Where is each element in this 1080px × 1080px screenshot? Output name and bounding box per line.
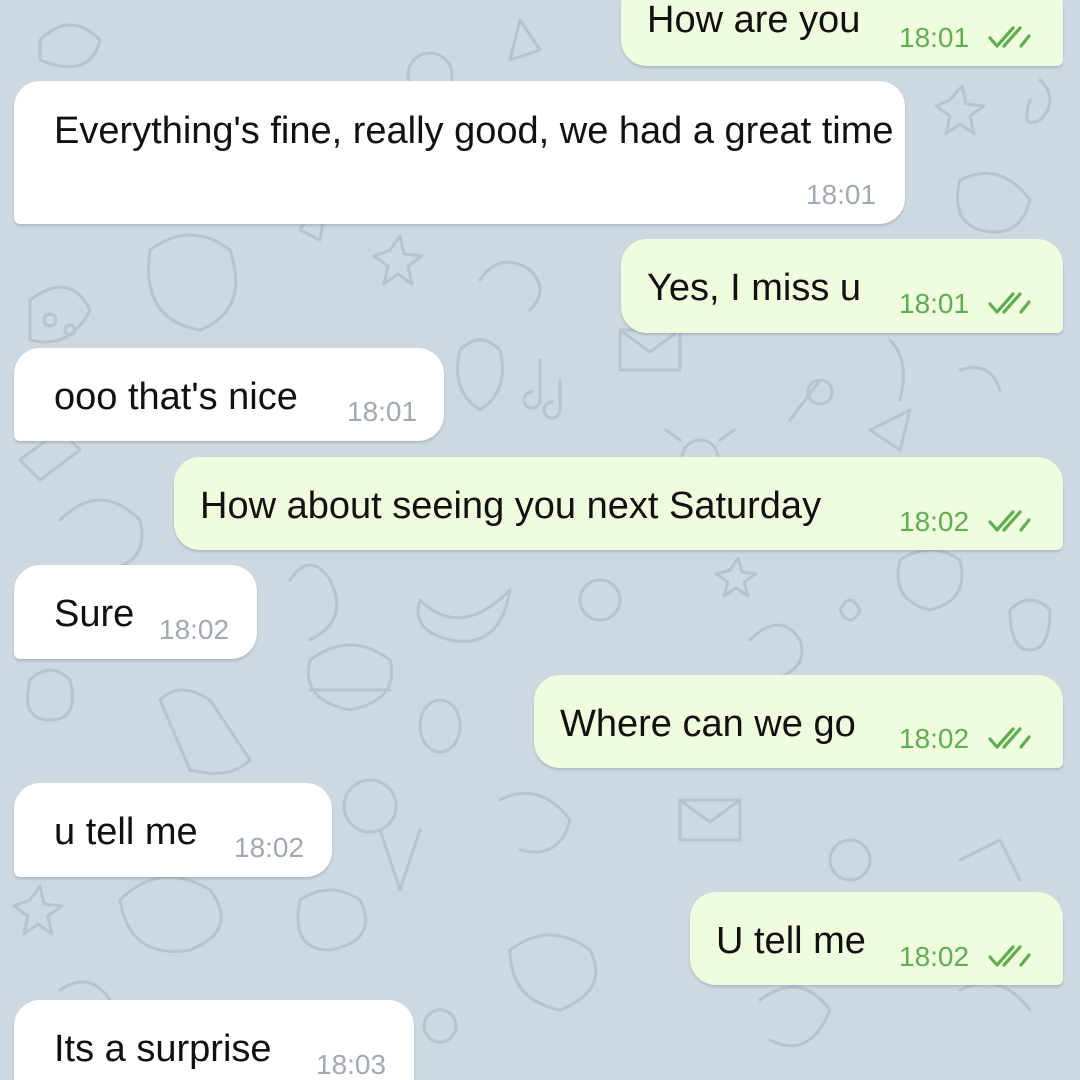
message-bubble-outgoing[interactable]: U tell me 18:02 xyxy=(690,892,1063,985)
message-bubble-incoming[interactable]: Everything's fine, really good, we had a… xyxy=(14,81,905,224)
message-text: u tell me xyxy=(54,811,198,853)
message-time: 18:02 xyxy=(899,723,970,754)
message-text: Where can we go xyxy=(560,703,856,745)
message-bubble-outgoing[interactable]: Yes, I miss u 18:01 xyxy=(621,239,1063,333)
message-bubble-incoming[interactable]: Its a surprise 18:03 xyxy=(14,1000,414,1080)
message-time: 18:01 xyxy=(899,288,970,319)
message-bubble-outgoing[interactable]: How are you 18:01 xyxy=(621,0,1063,66)
message-bubble-incoming[interactable]: Sure 18:02 xyxy=(14,565,257,659)
double-check-icon xyxy=(988,945,1031,967)
message-text: U tell me xyxy=(716,920,866,962)
message-time: 18:03 xyxy=(316,1049,387,1080)
message-text: How about seeing you next Saturday xyxy=(200,485,822,527)
message-time: 18:02 xyxy=(234,832,305,863)
message-bubble-outgoing[interactable]: How about seeing you next Saturday 18:02 xyxy=(174,457,1063,550)
message-time: 18:02 xyxy=(899,506,970,537)
message-text: Yes, I miss u xyxy=(647,267,862,309)
message-bubble-outgoing[interactable]: Where can we go 18:02 xyxy=(534,675,1063,768)
message-time: 18:02 xyxy=(159,614,230,645)
message-time: 18:01 xyxy=(806,179,877,210)
double-check-icon xyxy=(988,26,1031,48)
message-bubble-incoming[interactable]: ooo that's nice 18:01 xyxy=(14,348,444,441)
message-time: 18:01 xyxy=(347,396,418,427)
message-time: 18:02 xyxy=(899,941,970,972)
double-check-icon xyxy=(988,727,1031,749)
message-text: ooo that's nice xyxy=(54,376,298,418)
double-check-icon xyxy=(988,292,1031,314)
message-time: 18:01 xyxy=(899,22,970,53)
message-text: Sure xyxy=(54,593,135,635)
message-text: Its a surprise xyxy=(54,1028,272,1070)
message-text: Everything's fine, really good, we had a… xyxy=(54,110,894,152)
chat-area[interactable]: How are you 18:01 Everything's fine, rea… xyxy=(0,0,1080,1080)
double-check-icon xyxy=(988,510,1031,532)
message-bubble-incoming[interactable]: u tell me 18:02 xyxy=(14,783,332,877)
message-text: How are you xyxy=(647,0,861,41)
